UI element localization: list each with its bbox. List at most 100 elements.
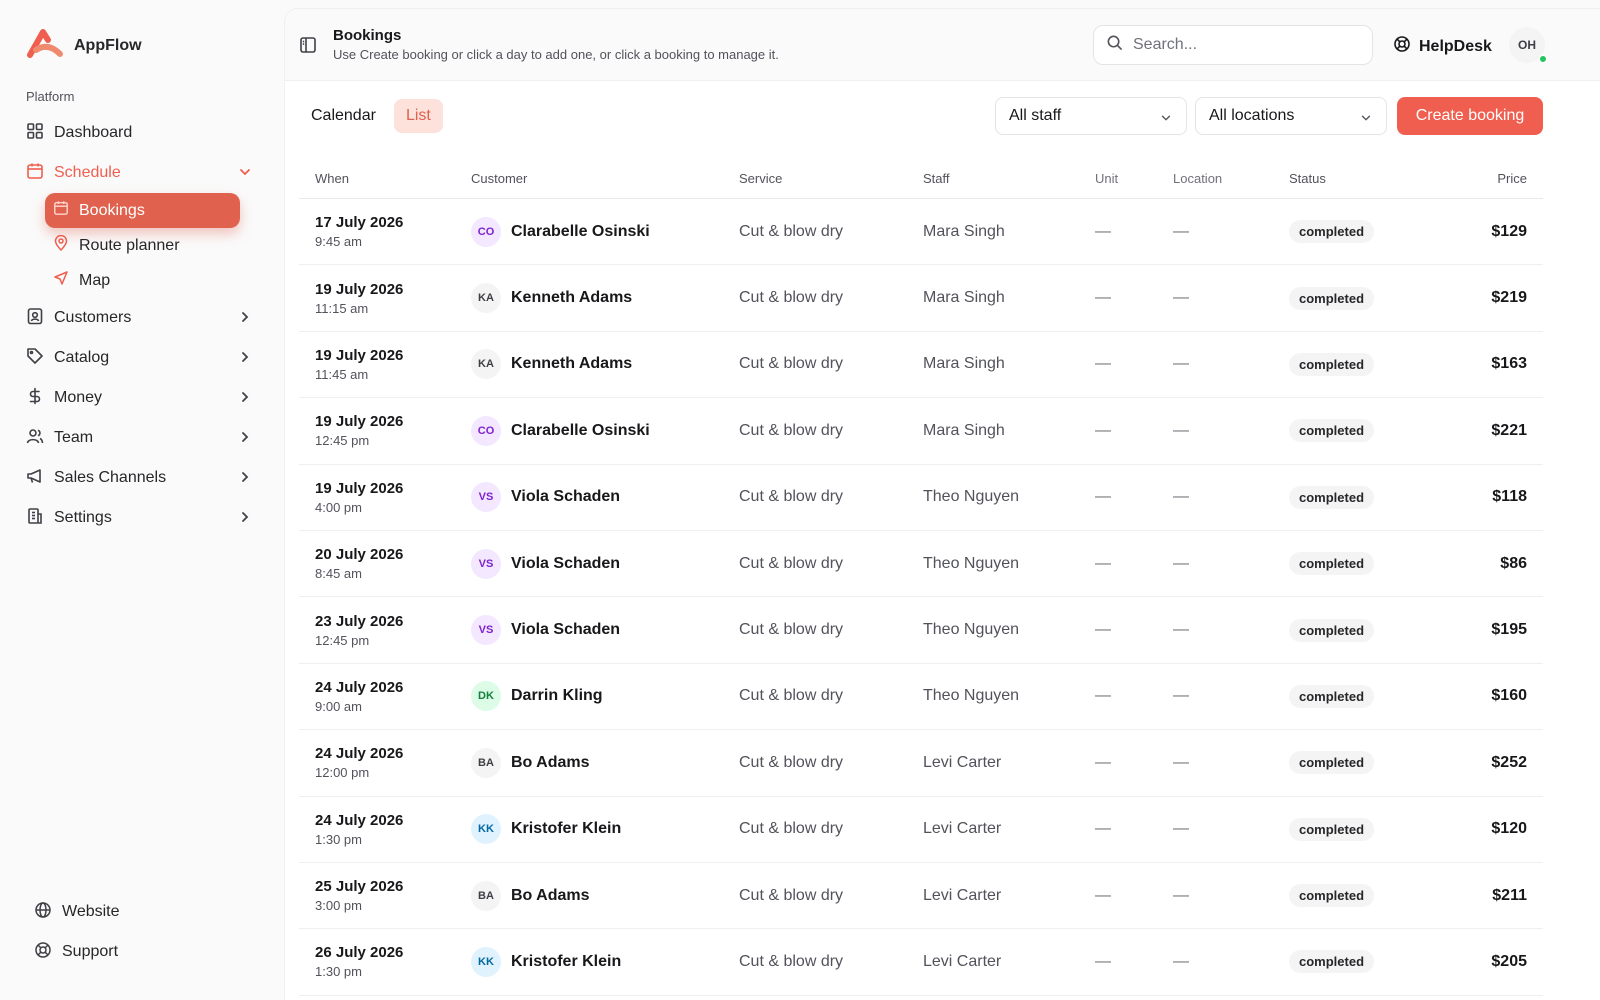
status-cell: completed (1289, 286, 1439, 310)
helpdesk-label: HelpDesk (1419, 37, 1492, 55)
table-row[interactable]: 23 July 2026 12:45 pm VS Viola Schaden Cut &… (299, 597, 1543, 664)
column-header-status[interactable]: Status (1289, 171, 1439, 186)
booking-time: 4:00 pm (315, 499, 362, 515)
sidebar-item-route-planner[interactable]: Route planner (45, 228, 240, 263)
table-row[interactable]: 24 July 2026 9:00 am DK Darrin Kling Cut & b… (299, 664, 1543, 731)
table-row[interactable]: 19 July 2026 11:15 am KA Kenneth Adams Cut &… (299, 265, 1543, 332)
sidebar-item-label: Settings (54, 509, 112, 526)
status-cell: completed (1289, 684, 1439, 708)
table-row[interactable]: 17 July 2026 9:45 am CO Clarabelle Osinski C… (299, 199, 1543, 266)
sidebar-item-sales-channels[interactable]: Sales Channels (18, 458, 266, 498)
booking-date: 23 July 2026 (315, 612, 404, 630)
tab-calendar[interactable]: Calendar (299, 99, 388, 133)
location-cell: — (1173, 289, 1189, 307)
sidebar-item-settings[interactable]: Settings (18, 498, 266, 538)
customer-name[interactable]: Kristofer Klein (511, 820, 621, 838)
sidebar-item-team[interactable]: Team (18, 418, 266, 458)
customer-name[interactable]: Clarabelle Osinski (511, 422, 650, 440)
table-row[interactable]: 20 July 2026 8:45 am VS Viola Schaden Cut & … (299, 531, 1543, 598)
service-cell: Cut & blow dry (739, 820, 844, 838)
column-header-unit[interactable]: Unit (1095, 171, 1173, 186)
status-cell: completed (1289, 419, 1439, 443)
sidebar-item-money[interactable]: Money (18, 378, 266, 418)
search-box[interactable] (1093, 25, 1373, 65)
customer-name[interactable]: Bo Adams (511, 887, 590, 905)
service-cell: Cut & blow dry (739, 554, 844, 572)
sidebar-item-dashboard[interactable]: Dashboard (18, 113, 266, 153)
status-badge: completed (1289, 684, 1375, 708)
table-row[interactable]: 24 July 2026 1:30 pm KK Kristofer Klein Cut … (299, 797, 1543, 863)
customer-name[interactable]: Clarabelle Osinski (511, 223, 650, 241)
column-header-price[interactable]: Price (1439, 171, 1543, 186)
customer-avatar: BA (471, 880, 501, 911)
search-input[interactable] (1133, 36, 1353, 54)
service-cell: Cut & blow dry (739, 289, 844, 307)
status-badge: completed (1289, 817, 1375, 841)
table-row[interactable]: 19 July 2026 11:45 am KA Kenneth Adams Cut &… (299, 332, 1543, 399)
table-row[interactable]: 24 July 2026 12:00 pm BA Bo Adams Cut & blow… (299, 730, 1543, 797)
table-row[interactable]: 25 July 2026 3:00 pm BA Bo Adams Cut & blow … (299, 863, 1543, 930)
customer-name[interactable]: Viola Schaden (511, 621, 620, 639)
unit-cell: — (1095, 621, 1111, 639)
service-cell: Cut & blow dry (739, 421, 844, 439)
status-badge: completed (1289, 552, 1375, 576)
customer-name[interactable]: Darrin Kling (511, 687, 603, 705)
location-filter-select[interactable]: All locations (1195, 97, 1387, 135)
column-header-location[interactable]: Location (1173, 171, 1289, 186)
sidebar-toggle-icon[interactable] (299, 36, 317, 59)
customer-name[interactable]: Viola Schaden (511, 488, 620, 506)
column-header-staff[interactable]: Staff (923, 171, 1095, 186)
tab-list[interactable]: List (393, 99, 443, 133)
sidebar-item-label: Dashboard (54, 124, 133, 141)
service-cell: Cut & blow dry (739, 753, 844, 771)
sidebar-item-schedule[interactable]: Schedule (18, 153, 266, 193)
staff-cell: Mara Singh (923, 222, 1005, 240)
sidebar-item-label: Website (62, 903, 120, 920)
sidebar-item-label: Route planner (79, 236, 180, 254)
sidebar-item-support[interactable]: Support (26, 932, 120, 972)
table-row[interactable]: 19 July 2026 4:00 pm VS Viola Schaden Cut & … (299, 465, 1543, 531)
price-cell: $163 (1491, 355, 1527, 373)
staff-filter-select[interactable]: All staff (995, 97, 1187, 135)
location-cell: — (1173, 886, 1189, 904)
column-header-service[interactable]: Service (739, 171, 923, 186)
helpdesk-button[interactable]: HelpDesk (1393, 35, 1492, 58)
sidebar-item-label: Schedule (54, 164, 121, 181)
staff-cell: Theo Nguyen (923, 687, 1020, 705)
customer-avatar: KA (471, 349, 501, 380)
booking-time: 8:45 am (315, 566, 362, 582)
customer-name[interactable]: Viola Schaden (511, 555, 620, 573)
staff-cell: Levi Carter (923, 753, 1002, 771)
sidebar-item-catalog[interactable]: Catalog (18, 338, 266, 378)
column-header-customer[interactable]: Customer (471, 171, 739, 186)
location-cell: — (1173, 952, 1189, 970)
sidebar-item-label: Bookings (79, 201, 145, 219)
sidebar-item-map[interactable]: Map (45, 263, 240, 298)
location-cell: — (1173, 554, 1189, 572)
sidebar-item-customers[interactable]: Customers (18, 298, 266, 338)
customer-avatar: VS (471, 482, 501, 513)
status-badge: completed (1289, 751, 1375, 775)
status-cell: completed (1289, 817, 1439, 841)
table-row[interactable]: 19 July 2026 12:45 pm CO Clarabelle Osinski… (299, 398, 1543, 465)
booking-time: 9:00 am (315, 698, 362, 714)
brand[interactable]: AppFlow (26, 28, 142, 63)
customer-name[interactable]: Bo Adams (511, 754, 590, 772)
unit-cell: — (1095, 820, 1111, 838)
when-cell: 19 July 2026 12:45 pm (299, 413, 471, 448)
customer-cell: VS Viola Schaden (471, 615, 739, 646)
customer-name[interactable]: Kristofer Klein (511, 953, 621, 971)
create-booking-button[interactable]: Create booking (1397, 97, 1543, 135)
sidebar-item-website[interactable]: Website (26, 892, 120, 932)
sidebar-item-label: Map (79, 271, 111, 289)
table-row[interactable]: 26 July 2026 1:30 pm KK Kristofer Klein Cut … (299, 929, 1543, 996)
sidebar-item-label: Sales Channels (54, 469, 167, 486)
customer-name[interactable]: Kenneth Adams (511, 355, 632, 373)
customer-name[interactable]: Kenneth Adams (511, 289, 632, 307)
status-badge: completed (1289, 419, 1375, 443)
sidebar-item-bookings[interactable]: Bookings (45, 193, 240, 228)
column-header-when[interactable]: When (299, 171, 471, 186)
location-cell: — (1173, 820, 1189, 838)
customer-cell: DK Darrin Kling (471, 681, 739, 712)
status-badge: completed (1289, 485, 1375, 509)
